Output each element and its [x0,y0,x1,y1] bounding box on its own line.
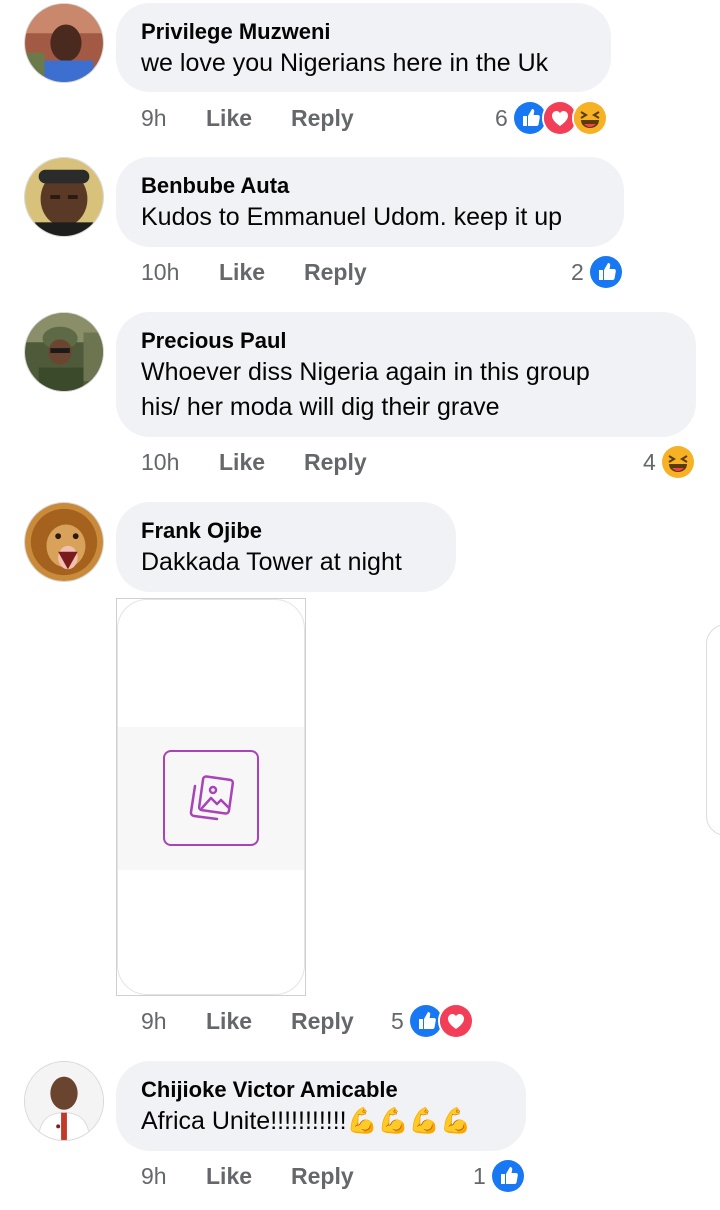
reaction-count: 1 [473,1163,486,1189]
reply-button[interactable]: Reply [304,444,367,480]
offscreen-card-edge [706,624,720,836]
comment-time[interactable]: 10h [141,444,179,480]
comment-text: Kudos to Emmanuel Udom. keep it up [141,203,563,231]
reaction-count: 4 [643,449,656,475]
comment-actions: 9h Like Reply 1 [141,1158,701,1194]
reaction-summary[interactable]: 6 [495,100,608,136]
comment-text: his/ her moda will dig their grave [141,393,500,421]
photo-placeholder-icon [163,750,259,846]
comment-bubble[interactable]: Precious Paul Whoever diss Nigeria again… [116,312,696,437]
comment-bubble[interactable]: Frank Ojibe Dakkada Tower at night [116,502,456,592]
comment-bubble[interactable]: Chijioke Victor Amicable Africa Unite!!!… [116,1061,526,1151]
comment-author[interactable]: Benbube Auta [141,172,600,200]
comment-actions: 10h Like Reply 2 [141,254,701,290]
comment-actions: 9h Like Reply 5 [141,1003,701,1039]
comment-time[interactable]: 9h [141,1158,167,1194]
like-button[interactable]: Like [219,444,265,480]
haha-icon [571,100,608,136]
avatar[interactable] [24,502,104,582]
reaction-summary[interactable]: 5 [391,1003,474,1039]
like-icon [489,1158,526,1194]
reaction-summary[interactable]: 2 [571,254,624,290]
comment-author[interactable]: Privilege Muzweni [141,18,587,46]
comment-bubble[interactable]: Privilege Muzweni we love you Nigerians … [116,3,611,92]
comment-time[interactable]: 10h [141,254,179,290]
reaction-count: 2 [571,259,584,285]
like-icon [587,254,624,290]
reaction-count: 6 [495,105,508,131]
like-button[interactable]: Like [219,254,265,290]
comment-text: we love you Nigerians here in the Uk [141,49,549,77]
avatar[interactable] [24,3,104,83]
comment-photo-attachment[interactable] [116,598,306,996]
avatar[interactable] [24,1061,104,1141]
comment-actions: 9h Like Reply 6 [141,100,701,136]
photo-frame [117,599,305,995]
haha-icon [659,444,696,480]
comment-text: Whoever diss Nigeria again in this group [141,358,590,386]
reply-button[interactable]: Reply [291,100,354,136]
comment-bubble[interactable]: Benbube Auta Kudos to Emmanuel Udom. kee… [116,157,624,247]
reaction-summary[interactable]: 1 [473,1158,526,1194]
avatar[interactable] [24,157,104,237]
reaction-summary[interactable]: 4 [643,444,696,480]
love-icon [437,1003,474,1039]
comment-author[interactable]: Chijioke Victor Amicable [141,1076,502,1104]
reply-button[interactable]: Reply [291,1003,354,1039]
comment-time[interactable]: 9h [141,1003,167,1039]
comment-actions: 10h Like Reply 4 [141,444,701,480]
like-button[interactable]: Like [206,1003,252,1039]
avatar[interactable] [24,312,104,392]
comment-time[interactable]: 9h [141,100,167,136]
like-button[interactable]: Like [206,1158,252,1194]
reply-button[interactable]: Reply [304,254,367,290]
reply-button[interactable]: Reply [291,1158,354,1194]
reaction-count: 5 [391,1008,404,1034]
comment-author[interactable]: Precious Paul [141,327,672,355]
like-button[interactable]: Like [206,100,252,136]
comment-text: Africa Unite!!!!!!!!!!!💪💪💪💪 [141,1107,472,1135]
comment-author[interactable]: Frank Ojibe [141,517,432,545]
comment-text: Dakkada Tower at night [141,548,402,576]
